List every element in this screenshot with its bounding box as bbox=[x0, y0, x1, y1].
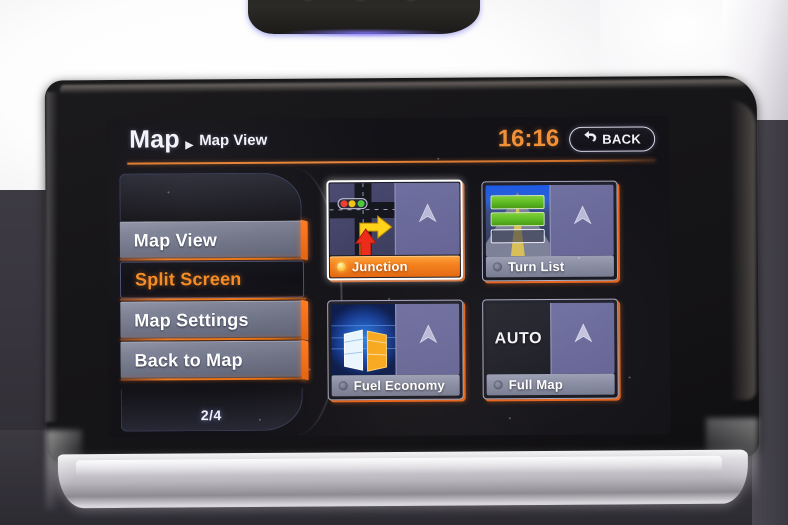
junction-scene bbox=[329, 182, 395, 256]
header-underline bbox=[127, 159, 656, 165]
tile-turn-list[interactable]: Turn List bbox=[481, 180, 619, 282]
tile-junction[interactable]: Junction bbox=[326, 179, 464, 281]
turn-list-artwork bbox=[485, 185, 550, 257]
breadcrumb-subtitle: Map View bbox=[199, 131, 268, 150]
tile-label-bar: Turn List bbox=[485, 255, 615, 278]
menu-item-map-settings[interactable]: Map Settings bbox=[120, 300, 305, 339]
chrome-left-glint bbox=[46, 430, 82, 510]
junction-artwork bbox=[329, 182, 395, 256]
bezel-left-highlight bbox=[46, 92, 58, 422]
tile-label: Turn List bbox=[507, 258, 565, 275]
menu-item-label: Back to Map bbox=[134, 349, 243, 371]
highway-sign-green bbox=[490, 194, 545, 210]
tile-preview: AUTO bbox=[486, 302, 615, 375]
grille-hole bbox=[300, 0, 316, 2]
triangle-right-icon: ▶ bbox=[185, 139, 194, 152]
tile-label: Junction bbox=[351, 258, 408, 275]
turn-list-scene bbox=[485, 185, 550, 257]
highway-sign-outline bbox=[490, 229, 545, 244]
menu-item-label: Split Screen bbox=[134, 268, 242, 290]
tile-label-bar: Fuel Economy bbox=[331, 374, 460, 397]
tile-full-map[interactable]: AUTO Full Map bbox=[482, 298, 619, 400]
map-preview-pane bbox=[549, 184, 614, 257]
page-indicator: 2/4 bbox=[200, 407, 222, 424]
chrome-trim-strip bbox=[57, 449, 749, 509]
back-button-label: BACK bbox=[602, 131, 642, 147]
menu-item-label: Map View bbox=[133, 229, 218, 251]
menu-item-back-to-map[interactable]: Back to Map bbox=[120, 340, 305, 379]
tile-label-bar: Junction bbox=[329, 255, 460, 278]
map-view-menu: Map View Split Screen Map Settings Back … bbox=[115, 168, 343, 435]
tile-fuel-economy[interactable]: Fuel Economy bbox=[327, 299, 464, 401]
back-arrow-icon bbox=[583, 130, 598, 149]
navigation-display[interactable]: Map ▶ Map View 16:16 BACK Map View Split… bbox=[107, 116, 671, 438]
back-button[interactable]: BACK bbox=[569, 126, 656, 152]
menu-item-label: Map Settings bbox=[134, 309, 249, 331]
turn-guidance-arrows bbox=[354, 215, 393, 256]
bezel-right-highlight bbox=[730, 100, 756, 400]
screen-header: Map ▶ Map View 16:16 BACK bbox=[107, 116, 669, 167]
tile-label: Full Map bbox=[508, 376, 564, 393]
tile-preview bbox=[485, 184, 614, 257]
vehicle-chevron-icon bbox=[573, 323, 592, 348]
page-title: Map bbox=[129, 125, 180, 154]
auto-mode-panel: AUTO bbox=[486, 303, 551, 375]
photo-of-car-navigation-screen: Map ▶ Map View 16:16 BACK Map View Split… bbox=[0, 0, 788, 525]
full-map-artwork: AUTO bbox=[486, 303, 551, 375]
highway-sign-green bbox=[490, 212, 545, 227]
fuel-economy-scene bbox=[331, 303, 396, 376]
fuel-economy-artwork bbox=[331, 303, 396, 376]
tile-preview bbox=[329, 182, 460, 256]
radio-unselected-icon bbox=[492, 262, 502, 272]
grille-reflection bbox=[254, 28, 476, 38]
auto-label: AUTO bbox=[494, 329, 543, 347]
vehicle-chevron-icon bbox=[573, 205, 592, 230]
vehicle-chevron-icon bbox=[418, 323, 437, 349]
map-preview-pane bbox=[550, 302, 615, 375]
tile-preview bbox=[331, 303, 460, 376]
grille-hole bbox=[353, 0, 369, 2]
tile-label-bar: Full Map bbox=[486, 373, 615, 396]
map-preview-pane bbox=[394, 182, 460, 255]
tile-label: Fuel Economy bbox=[353, 377, 445, 394]
grille-hole bbox=[403, 0, 419, 2]
map-preview-pane bbox=[395, 303, 460, 375]
clock-time: 16:16 bbox=[497, 124, 560, 153]
radio-unselected-icon bbox=[338, 381, 348, 391]
fuel-economy-bars bbox=[343, 329, 388, 372]
menu-item-map-view[interactable]: Map View bbox=[119, 220, 304, 259]
menu-item-split-screen[interactable]: Split Screen bbox=[119, 260, 305, 299]
radio-unselected-icon bbox=[493, 380, 503, 390]
chrome-right-glint bbox=[706, 418, 758, 510]
vehicle-chevron-icon bbox=[418, 203, 437, 228]
radio-selected-icon bbox=[336, 262, 346, 272]
